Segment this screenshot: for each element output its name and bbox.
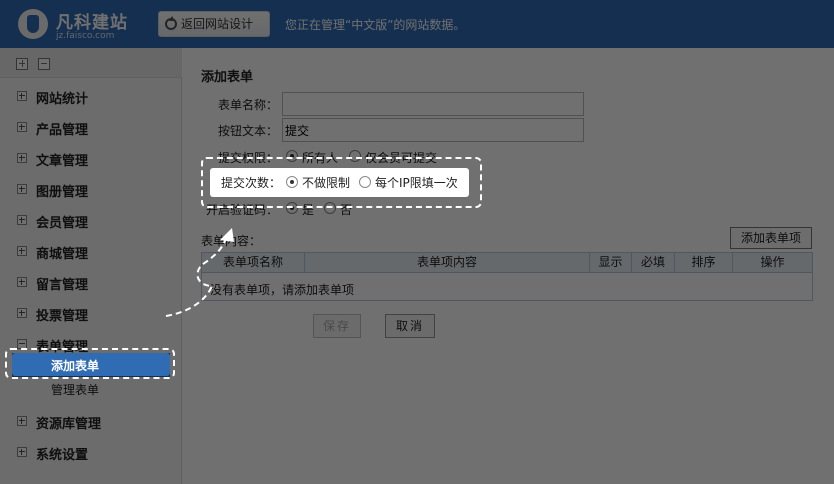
sidebar-item-members[interactable]: 会员管理 [0, 206, 182, 234]
sidebar-item-votes[interactable]: 投票管理 [0, 299, 182, 327]
sidebar-item-label: 商城管理 [36, 247, 89, 262]
add-form-item-button[interactable]: 添加表单项 [730, 227, 812, 249]
back-to-design-button[interactable]: 返回网站设计 [158, 11, 270, 37]
sidebar-item-products[interactable]: 产品管理 [0, 113, 182, 141]
logo[interactable]: 凡科建站 jz.faisco.com [14, 6, 134, 44]
save-button[interactable]: 保存 [313, 314, 361, 338]
refresh-back-icon [165, 16, 177, 30]
sidebar-item-label: 投票管理 [36, 309, 89, 324]
col-header-sort: 排序 [675, 253, 733, 273]
expand-plus-icon [17, 184, 27, 194]
sidebar-toolbar [0, 48, 182, 78]
expand-plus-icon [17, 215, 27, 225]
form-name-row: 表单名称： [183, 92, 603, 116]
expand-plus-icon [17, 153, 27, 163]
table-header: 表单项名称 表单项内容 显示 必填 排序 操作 [202, 253, 812, 273]
sidebar: 网站统计 产品管理 文章管理 图册管理 会员管理 商城管理 留言管理 投票管理 … [0, 48, 182, 484]
col-header-show: 显示 [590, 253, 632, 273]
form-name-label: 表单名称： [217, 98, 278, 112]
button-text-label: 按钮文本： [217, 124, 278, 138]
expand-plus-icon [17, 246, 27, 256]
sidebar-subitem-label: 管理表单 [51, 383, 100, 397]
button-text-row: 按钮文本： [183, 118, 603, 142]
logo-subtext: jz.faisco.com [56, 31, 115, 41]
logo-icon [18, 9, 48, 39]
expand-plus-icon [17, 277, 27, 287]
expand-plus-icon [17, 416, 27, 426]
top-header: 凡科建站 jz.faisco.com 返回网站设计 您正在管理“中文版”的网站数… [0, 0, 834, 48]
sidebar-subitem-manage-forms[interactable]: 管理表单 [0, 376, 182, 400]
expand-plus-icon [17, 122, 27, 132]
collapse-all-icon[interactable] [38, 58, 50, 70]
sidebar-item-label: 会员管理 [36, 216, 89, 231]
sidebar-item-resources[interactable]: 资源库管理 [0, 407, 182, 435]
back-button-label: 返回网站设计 [181, 17, 254, 31]
col-header-action: 操作 [760, 255, 785, 269]
sidebar-item-label: 系统设置 [36, 448, 89, 463]
guide-highlight-submit-count [201, 157, 482, 208]
sidebar-item-label: 网站统计 [36, 92, 89, 107]
form-name-input[interactable] [282, 92, 584, 116]
expand-plus-icon [17, 308, 27, 318]
sidebar-item-albums[interactable]: 图册管理 [0, 175, 182, 203]
sidebar-item-label: 图册管理 [36, 185, 89, 200]
expand-plus-icon [17, 91, 27, 101]
col-header-name: 表单项名称 [202, 253, 305, 273]
sidebar-item-label: 文章管理 [36, 154, 89, 169]
sidebar-item-settings[interactable]: 系统设置 [0, 438, 182, 466]
sidebar-item-label: 资源库管理 [36, 417, 102, 432]
page-title: 添加表单 [201, 70, 254, 85]
expand-all-icon[interactable] [16, 58, 28, 70]
sidebar-item-shop[interactable]: 商城管理 [0, 237, 182, 265]
col-header-required: 必填 [632, 253, 675, 273]
guide-highlight-sidebar [5, 348, 175, 379]
form-content-label: 表单内容： [201, 234, 262, 248]
main-content: 添加表单 表单名称： 按钮文本： 提交权限： 所有人 仅会员可提交 开启验证码：… [183, 48, 834, 484]
cancel-button[interactable]: 取消 [385, 314, 435, 338]
sidebar-item-stats[interactable]: 网站统计 [0, 82, 182, 110]
sidebar-item-articles[interactable]: 文章管理 [0, 144, 182, 172]
logo-text: 凡科建站 [56, 13, 128, 33]
form-items-table: 表单项名称 表单项内容 显示 必填 排序 操作 没有表单项，请添加表单项 [201, 252, 813, 301]
table-empty-message: 没有表单项，请添加表单项 [210, 283, 355, 297]
manage-notice: 您正在管理“中文版”的网站数据。 [285, 18, 466, 32]
sidebar-item-messages[interactable]: 留言管理 [0, 268, 182, 296]
sidebar-item-label: 留言管理 [36, 278, 89, 293]
expand-plus-icon [17, 447, 27, 457]
button-text-input[interactable] [282, 118, 584, 142]
sidebar-item-label: 产品管理 [36, 123, 89, 138]
col-header-content: 表单项内容 [305, 253, 590, 273]
